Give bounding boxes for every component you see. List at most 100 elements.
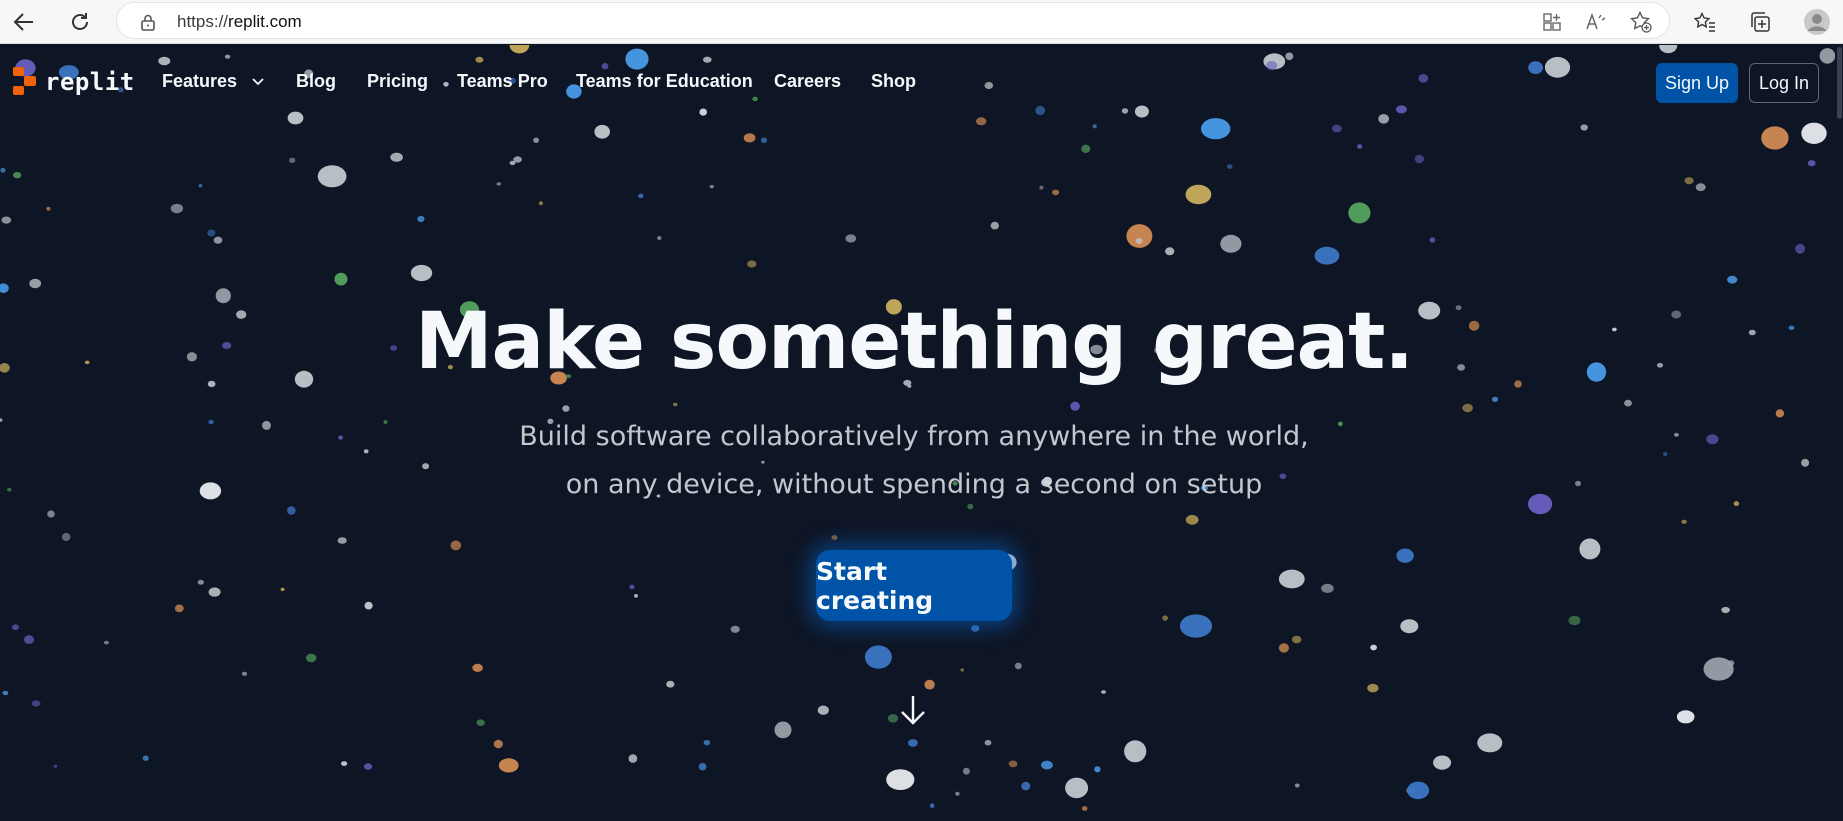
confetti-dot <box>1126 224 1153 248</box>
confetti-dot <box>1659 45 1678 54</box>
confetti-dot <box>760 137 768 143</box>
confetti-dot <box>924 679 935 690</box>
confetti-dot <box>743 133 756 143</box>
confetti-dot <box>1795 243 1806 254</box>
confetti-dot <box>1081 806 1088 811</box>
confetti-dot <box>1624 399 1632 407</box>
confetti-dot <box>1544 56 1571 78</box>
confetti-dot <box>1357 144 1363 149</box>
nav-teams-pro[interactable]: Teams Pro <box>457 71 548 92</box>
logo-text: replit <box>45 68 135 96</box>
confetti-dot <box>1568 615 1581 626</box>
confetti-dot <box>1165 247 1175 256</box>
confetti-dot <box>967 503 974 510</box>
confetti-dot <box>213 236 223 244</box>
confetti-dot <box>955 791 960 796</box>
confetti-dot <box>625 48 649 70</box>
confetti-dot <box>1378 114 1390 124</box>
lock-icon[interactable] <box>135 9 161 35</box>
hero-subtitle-line2: on any device, without spending a second… <box>565 469 1263 500</box>
add-favorite-icon[interactable] <box>1628 9 1654 35</box>
confetti-dot <box>761 460 765 464</box>
confetti-dot <box>1291 635 1302 644</box>
scroll-down-arrow-icon[interactable] <box>897 693 929 727</box>
confetti-dot <box>638 193 644 199</box>
nav-shop[interactable]: Shop <box>871 71 916 92</box>
confetti-dot <box>845 234 857 243</box>
confetti-dot <box>364 763 373 770</box>
confetti-dot <box>1348 202 1371 224</box>
confetti-dot <box>12 171 22 179</box>
confetti-dot <box>971 625 980 632</box>
sign-up-button[interactable]: Sign Up <box>1656 63 1738 103</box>
confetti-dot <box>47 510 55 518</box>
confetti-dot <box>1201 118 1231 140</box>
confetti-dot <box>1462 403 1473 413</box>
nav-blog[interactable]: Blog <box>296 71 336 92</box>
confetti-dot <box>1414 154 1424 164</box>
nav-teams-education[interactable]: Teams for Education <box>576 71 753 92</box>
confetti-dot <box>699 108 707 116</box>
nav-pricing[interactable]: Pricing <box>367 71 428 92</box>
url-text: https://replit.com <box>177 12 302 31</box>
confetti-dot <box>364 601 373 610</box>
replit-logo[interactable]: replit <box>13 67 135 97</box>
confetti-dot <box>317 165 347 188</box>
confetti-dot <box>1285 52 1294 61</box>
confetti-dot <box>1695 183 1706 192</box>
app-available-icon[interactable] <box>1539 9 1565 35</box>
read-aloud-icon[interactable] <box>1583 9 1609 35</box>
collections-icon[interactable] <box>1744 6 1776 38</box>
confetti-dot <box>289 157 296 163</box>
confetti-dot <box>886 769 915 790</box>
confetti-dot <box>1220 234 1242 253</box>
confetti-dot <box>984 739 992 746</box>
nav-careers[interactable]: Careers <box>774 71 841 92</box>
confetti-dot <box>703 56 712 63</box>
confetti-dot <box>1092 124 1097 129</box>
scrollbar[interactable] <box>1835 45 1843 821</box>
confetti-dot <box>1819 48 1836 64</box>
confetti-dot <box>1179 614 1213 638</box>
hero-title: Make something great. <box>414 297 1414 387</box>
confetti-dot <box>513 156 522 163</box>
scrollbar-thumb[interactable] <box>1837 47 1842 119</box>
confetti-dot <box>1761 126 1789 150</box>
confetti-dot <box>475 56 484 63</box>
confetti-dot <box>594 124 610 139</box>
confetti-dot <box>673 402 678 407</box>
log-in-button[interactable]: Log In <box>1749 63 1819 103</box>
confetti-dot <box>170 203 184 214</box>
profile-avatar-icon[interactable] <box>1801 6 1833 38</box>
confetti-dot <box>703 740 711 746</box>
confetti-dot <box>1331 124 1342 133</box>
nav-features[interactable]: Features <box>162 71 264 92</box>
replit-logo-mark <box>13 67 37 97</box>
confetti-dot <box>1676 710 1695 724</box>
back-arrow-icon[interactable] <box>8 6 40 38</box>
address-bar[interactable]: https://replit.com <box>116 2 1670 39</box>
confetti-dot <box>538 201 543 206</box>
confetti-dot <box>53 764 58 768</box>
confetti-dot <box>864 645 892 669</box>
confetti-dot <box>1684 177 1694 185</box>
confetti-dot <box>628 754 638 763</box>
confetti-dot <box>280 587 285 592</box>
refresh-icon[interactable] <box>64 6 96 38</box>
confetti-dot <box>1400 619 1419 634</box>
confetti-dot <box>1185 184 1212 205</box>
confetti-dot <box>1294 783 1300 788</box>
confetti-dot <box>46 206 51 211</box>
confetti-dot <box>666 680 675 688</box>
confetti-dot <box>817 705 829 715</box>
confetti-dot <box>1008 760 1018 768</box>
favorites-icon[interactable] <box>1689 6 1721 38</box>
confetti-dot <box>450 540 462 551</box>
confetti-dot <box>634 594 638 598</box>
confetti-dot <box>1396 548 1414 563</box>
confetti-dot <box>962 767 970 775</box>
start-creating-button[interactable]: Start creating <box>816 550 1012 621</box>
confetti-dot <box>929 803 935 808</box>
confetti-dot <box>1226 164 1233 169</box>
confetti-dot <box>1721 606 1730 614</box>
